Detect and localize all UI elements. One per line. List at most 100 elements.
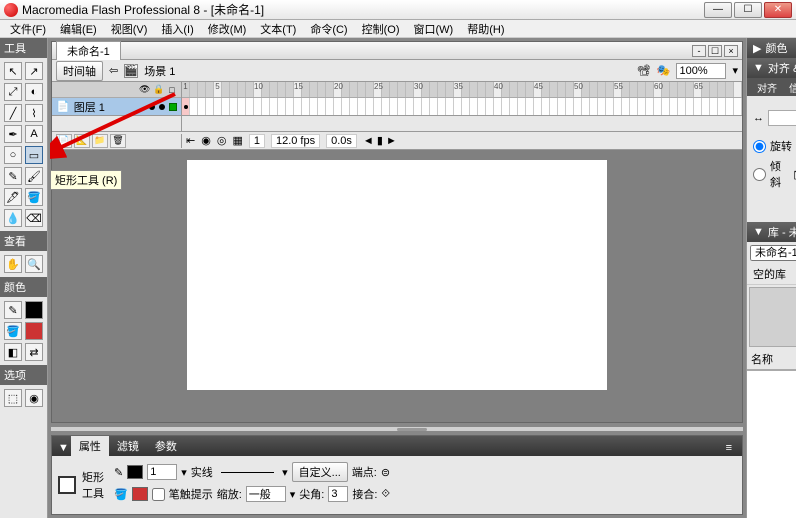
edit-symbol-icon[interactable]: 🎭 — [657, 64, 671, 77]
doc-minimize[interactable]: - — [692, 45, 706, 57]
align-tab[interactable]: 对齐 — [751, 79, 783, 96]
menu-insert[interactable]: 插入(I) — [155, 20, 199, 38]
line-tool[interactable]: ╱ — [4, 104, 22, 122]
width-input[interactable] — [768, 110, 796, 126]
multi-frame-icon[interactable]: ▦ — [232, 134, 242, 147]
library-list[interactable] — [747, 370, 796, 518]
onion-outline-icon[interactable]: ◎ — [217, 134, 227, 147]
center-frame-icon[interactable]: ⇤ — [186, 134, 195, 147]
delete-layer-button[interactable]: 🗑 — [110, 134, 126, 148]
zoom-tool[interactable]: 🔍 — [25, 255, 43, 273]
scale-dropdown-icon[interactable]: ▾ — [290, 488, 296, 501]
fill-swatch-prop[interactable] — [132, 487, 148, 501]
menu-view[interactable]: 视图(V) — [105, 20, 154, 38]
info-tab[interactable]: 信息 — [783, 79, 796, 96]
bw-button[interactable]: ◧ — [4, 343, 22, 361]
scale-input[interactable] — [246, 486, 286, 502]
collapse-icon[interactable]: ▶ — [753, 42, 761, 55]
stage[interactable] — [187, 160, 607, 390]
menu-modify[interactable]: 修改(M) — [202, 20, 253, 38]
skew-radio[interactable] — [753, 168, 766, 181]
brush-tool[interactable]: 🖌 — [25, 167, 43, 185]
text-tool[interactable]: A — [25, 125, 43, 143]
menu-help[interactable]: 帮助(H) — [461, 20, 510, 38]
layer-lock-dot[interactable] — [159, 104, 165, 110]
gradient-tool[interactable]: ◐ — [25, 83, 43, 101]
layer-visible-dot[interactable] — [149, 104, 155, 110]
width-icon: ↔ — [753, 112, 764, 124]
onion-skin-icon[interactable]: ◉ — [201, 134, 211, 147]
eyedropper-tool[interactable]: 💧 — [4, 209, 22, 227]
frames-track[interactable] — [182, 98, 742, 116]
library-status: 空的库 — [747, 264, 796, 285]
collapse-icon[interactable]: ▼ — [753, 62, 764, 74]
pencil-tool[interactable]: ✎ — [4, 167, 22, 185]
maximize-button[interactable]: ☐ — [734, 2, 762, 18]
rectangle-tooltip: 矩形工具 (R) — [50, 170, 122, 190]
name-column[interactable]: 名称 — [747, 349, 796, 369]
props-menu-icon[interactable]: ≡ — [720, 440, 738, 456]
custom-button[interactable]: 自定义... — [292, 462, 348, 482]
snap-option[interactable]: ⬚ — [4, 389, 22, 407]
stroke-color[interactable]: ✎ — [4, 301, 22, 319]
params-tab[interactable]: 参数 — [147, 436, 185, 456]
doc-close[interactable]: × — [724, 45, 738, 57]
document-tab[interactable]: 未命名-1 — [56, 41, 121, 60]
eraser-tool[interactable]: ⌫ — [25, 209, 43, 227]
menu-commands[interactable]: 命令(C) — [304, 20, 353, 38]
menu-control[interactable]: 控制(O) — [356, 20, 406, 38]
menu-window[interactable]: 窗口(W) — [408, 20, 460, 38]
collapse-icon[interactable]: ▼ — [753, 226, 764, 238]
swap-colors[interactable]: ⇄ — [25, 343, 43, 361]
paint-bucket-tool[interactable]: 🪣 — [25, 188, 43, 206]
filters-tab[interactable]: 滤镜 — [109, 436, 147, 456]
menu-text[interactable]: 文本(T) — [254, 20, 302, 38]
fill-swatch[interactable] — [25, 322, 43, 340]
free-transform-tool[interactable]: ⤢ — [4, 83, 22, 101]
panel-collapse-icon[interactable]: ▼ — [56, 440, 71, 456]
layer-row[interactable]: 📄 图层 1 — [52, 98, 181, 116]
layer-outline-box[interactable] — [169, 103, 177, 111]
stroke-swatch[interactable] — [25, 301, 43, 319]
lock-icon[interactable]: 🔒 — [153, 84, 163, 95]
close-button[interactable]: ✕ — [764, 2, 792, 18]
timeline-button[interactable]: 时间轴 — [56, 61, 103, 81]
oval-tool[interactable]: ○ — [4, 146, 22, 164]
new-layer-button[interactable]: 📄 — [56, 134, 72, 148]
zoom-dropdown-icon[interactable]: ▾ — [732, 64, 738, 77]
stroke-width-input[interactable] — [147, 464, 177, 480]
menu-file[interactable]: 文件(F) — [4, 20, 52, 38]
pen-hint-checkbox[interactable] — [152, 488, 165, 501]
back-button[interactable]: ⇦ — [109, 64, 118, 77]
library-doc-select[interactable]: 未命名-1 — [750, 245, 796, 261]
rotate-radio[interactable] — [753, 140, 766, 153]
selection-tool[interactable]: ↖ — [4, 62, 22, 80]
frame-ruler[interactable]: 15101520253035404550556065 — [182, 82, 742, 98]
outline-icon[interactable]: □ — [167, 85, 177, 95]
menu-edit[interactable]: 编辑(E) — [54, 20, 103, 38]
edit-scene-icon[interactable]: 📽 — [637, 64, 651, 77]
lasso-tool[interactable]: ⌇ — [25, 104, 43, 122]
timeline-scroll[interactable]: ◄ ▮ ► — [363, 134, 397, 147]
stroke-dropdown-icon[interactable]: ▾ — [181, 466, 187, 479]
rectangle-tool[interactable]: ▭ — [25, 146, 43, 164]
new-folder-button[interactable]: 📁 — [92, 134, 108, 148]
stroke-swatch-prop[interactable] — [127, 465, 143, 479]
pen-tool[interactable]: ✒ — [4, 125, 22, 143]
properties-tab[interactable]: 属性 — [71, 436, 109, 456]
hand-tool[interactable]: ✋ — [4, 255, 22, 273]
zoom-input[interactable] — [676, 63, 726, 79]
style-dropdown-icon[interactable]: ▾ — [282, 466, 288, 479]
join-icon[interactable]: ⟐ — [381, 488, 390, 501]
new-guide-button[interactable]: 📐 — [74, 134, 90, 148]
horizontal-splitter[interactable] — [51, 426, 743, 432]
round-rect-option[interactable]: ◉ — [25, 389, 43, 407]
subselection-tool[interactable]: ↗ — [25, 62, 43, 80]
eye-icon[interactable]: 👁 — [139, 84, 149, 95]
cap-icon[interactable]: ⊜ — [381, 466, 390, 479]
ink-bottle-tool[interactable]: 🖋 — [4, 188, 22, 206]
fill-color[interactable]: 🪣 — [4, 322, 22, 340]
miter-input[interactable] — [328, 486, 348, 502]
minimize-button[interactable]: — — [704, 2, 732, 18]
doc-restore[interactable]: ☐ — [708, 45, 722, 57]
